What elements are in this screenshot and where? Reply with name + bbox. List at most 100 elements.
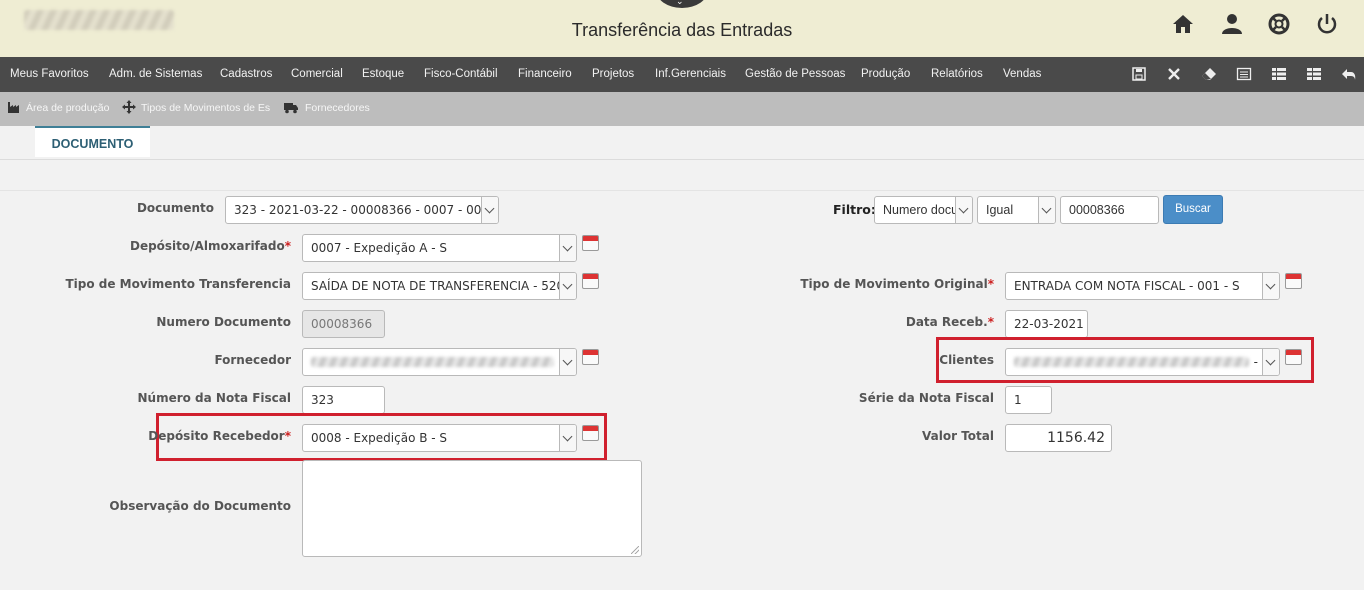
menu-cadastros[interactable]: Cadastros — [220, 68, 272, 80]
observacao-textarea[interactable] — [302, 460, 642, 557]
list-icon[interactable] — [1271, 66, 1287, 82]
chevron-down-icon — [1262, 273, 1279, 299]
chevron-down-icon — [1262, 349, 1279, 375]
menu-financeiro[interactable]: Financeiro — [518, 68, 572, 80]
required-mark: * — [987, 315, 994, 329]
deposito-recebedor-label: Depósito Recebedor* — [148, 429, 291, 443]
tipo-transferencia-value: SAÍDA DE NOTA DE TRANSFERENCIA - 520 - — [311, 279, 573, 293]
eraser-icon[interactable] — [1201, 66, 1217, 82]
clientes-select[interactable]: - — [1005, 348, 1280, 376]
clientes-value-redacted — [1014, 357, 1249, 367]
menu-gestao-pessoas[interactable]: Gestão de Pessoas — [745, 68, 845, 80]
chevron-down-icon — [481, 197, 498, 223]
filter-field-select[interactable]: Numero docu — [874, 196, 973, 224]
app-header: ⌄ Transferência das Entradas — [0, 0, 1364, 57]
calendar-icon[interactable] — [582, 235, 599, 251]
required-mark: * — [987, 277, 994, 291]
clientes-suffix: - — [1253, 355, 1258, 369]
chevron-down-icon — [559, 425, 576, 451]
back-icon[interactable] — [1341, 66, 1357, 82]
tipo-transferencia-select[interactable]: SAÍDA DE NOTA DE TRANSFERENCIA - 520 - — [302, 272, 577, 300]
filter-label: Filtro: — [833, 202, 876, 217]
menu-inf-gerenciais[interactable]: Inf.Gerenciais — [655, 68, 726, 80]
tipo-original-select[interactable]: ENTRADA COM NOTA FISCAL - 001 - S — [1005, 272, 1280, 300]
deposito-recebedor-select[interactable]: 0008 - Expedição B - S — [302, 424, 577, 452]
lifebuoy-icon[interactable] — [1267, 12, 1291, 36]
documento-value: 323 - 2021-03-22 - 00008366 - 0007 - 001… — [234, 203, 499, 217]
menu-meus-favoritos[interactable]: Meus Favoritos — [10, 68, 89, 80]
deposito-select[interactable]: 0007 - Expedição A - S — [302, 234, 577, 262]
observacao-label: Observação do Documento — [109, 499, 291, 513]
menu-projetos[interactable]: Projetos — [592, 68, 634, 80]
close-icon[interactable] — [1166, 66, 1182, 82]
numero-documento-label: Numero Documento — [156, 315, 291, 329]
menu-relatorios[interactable]: Relatórios — [931, 68, 983, 80]
factory-icon — [8, 102, 19, 113]
numero-documento-field: 00008366 — [302, 310, 385, 338]
deposito-label-text: Depósito/Almoxarifado — [129, 239, 285, 253]
menu-fisco-contabil[interactable]: Fisco-Contábil — [424, 68, 498, 80]
move-icon — [122, 100, 136, 114]
documento-label: Documento — [136, 201, 214, 215]
calendar-icon[interactable] — [1285, 273, 1302, 289]
calendar-icon[interactable] — [582, 349, 599, 365]
data-receb-label-text: Data Receb. — [905, 315, 988, 329]
tab-bar: DOCUMENTO — [0, 126, 1364, 160]
required-mark: * — [284, 239, 291, 253]
power-icon[interactable] — [1315, 12, 1339, 36]
user-icon[interactable] — [1220, 12, 1244, 36]
tipo-transferencia-label: Tipo de Movimento Transferencia — [65, 277, 291, 291]
tab-documento-label: DOCUMENTO — [51, 137, 134, 151]
filter-value-input[interactable]: 00008366 — [1060, 196, 1159, 224]
chevron-down-icon — [1038, 197, 1055, 223]
fornecedor-label: Fornecedor — [214, 353, 291, 367]
menu-estoque[interactable]: Estoque — [362, 68, 404, 80]
calendar-icon[interactable] — [582, 425, 599, 441]
menu-producao[interactable]: Produção — [861, 68, 910, 80]
home-icon[interactable] — [1171, 12, 1195, 36]
tipo-original-label: Tipo de Movimento Original* — [800, 277, 994, 291]
data-receb-label: Data Receb.* — [906, 315, 994, 329]
numero-nota-fiscal-input[interactable]: 323 — [302, 386, 385, 414]
filter-operator-value: Igual — [986, 203, 1014, 217]
chevron-down-icon — [559, 235, 576, 261]
chevron-down-icon — [559, 273, 576, 299]
filter-operator-select[interactable]: Igual — [977, 196, 1056, 224]
page-title: Transferência das Entradas — [571, 20, 793, 40]
serie-nota-fiscal-label: Série da Nota Fiscal — [858, 391, 994, 405]
tipo-original-label-text: Tipo de Movimento Original — [800, 277, 988, 291]
chevron-down-icon: ⌄ — [676, 0, 684, 7]
calendar-icon[interactable] — [582, 273, 599, 289]
main-menu: Meus Favoritos Adm. de Sistemas Cadastro… — [0, 57, 1364, 92]
calendar-icon[interactable] — [1285, 349, 1302, 365]
menu-vendas[interactable]: Vendas — [1003, 68, 1041, 80]
save-icon[interactable] — [1131, 66, 1147, 82]
form-icon[interactable] — [1236, 66, 1252, 82]
deposito-recebedor-value: 0008 - Expedição B - S — [311, 431, 448, 445]
chevron-down-icon — [955, 197, 972, 223]
valor-total-label: Valor Total — [922, 429, 994, 443]
fornecedor-select[interactable] — [302, 348, 577, 376]
grid-icon[interactable] — [1306, 66, 1322, 82]
documento-select[interactable]: 323 - 2021-03-22 - 00008366 - 0007 - 001… — [225, 196, 499, 224]
data-receb-input[interactable]: 22-03-2021 — [1005, 310, 1088, 338]
menu-adm-sistemas[interactable]: Adm. de Sistemas — [109, 68, 202, 80]
serie-nota-fiscal-input[interactable]: 1 — [1005, 386, 1052, 414]
search-button[interactable]: Buscar — [1163, 195, 1223, 224]
required-mark: * — [284, 429, 291, 443]
menu-comercial[interactable]: Comercial — [291, 68, 343, 80]
fornecedor-value-redacted — [311, 357, 554, 367]
valor-total-input[interactable]: 1156.42 — [1005, 424, 1112, 452]
collapse-handle[interactable]: ⌄ — [656, 0, 708, 8]
numero-nota-fiscal-label: Número da Nota Fiscal — [137, 391, 291, 405]
clientes-label: Clientes — [939, 353, 994, 367]
resize-handle[interactable] — [631, 546, 639, 554]
deposito-value: 0007 - Expedição A - S — [311, 241, 448, 255]
shortcut-area-producao[interactable]: Área de produção — [26, 102, 109, 114]
tab-documento[interactable]: DOCUMENTO — [35, 126, 150, 157]
shortcut-tipos-movimentos[interactable]: Tipos de Movimentos de Es — [141, 102, 270, 114]
filter-field-value: Numero docu — [883, 203, 959, 217]
shortcut-fornecedores[interactable]: Fornecedores — [305, 102, 370, 114]
divider — [0, 190, 1364, 191]
tipo-original-value: ENTRADA COM NOTA FISCAL - 001 - S — [1014, 279, 1240, 293]
